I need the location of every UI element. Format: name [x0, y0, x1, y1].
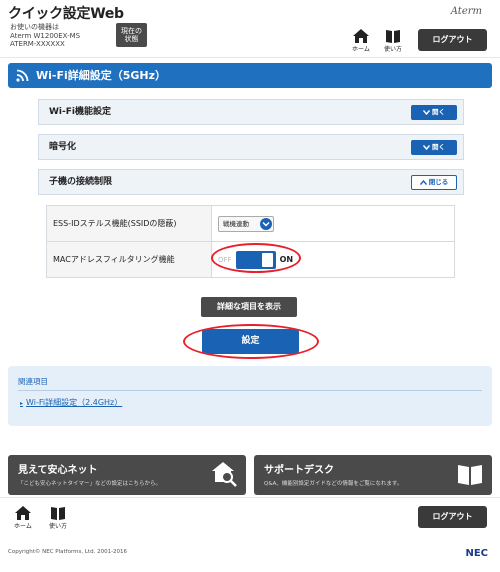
section-title-bar: Wi-Fi詳細設定（5GHz） [8, 63, 492, 88]
accordion-label: 暗号化 [49, 142, 77, 152]
support-desk-card[interactable]: サポートデスク Q&A、機能別設定ガイドなどの情報をご覧になれます。 [254, 455, 492, 495]
submit-button[interactable]: 設定 [202, 329, 299, 354]
ess-id-stealth-cell: 戦機連動 [211, 205, 455, 242]
chevron-down-icon [423, 109, 430, 115]
toggle-on-label: ON [279, 255, 294, 264]
accordion-label: 子機の接続制限 [49, 177, 113, 187]
status-button-label: 現在の 状態 [121, 27, 142, 43]
home-link[interactable]: ホーム [352, 29, 370, 53]
related-heading: 関連項目 [18, 377, 48, 386]
header: クイック設定Web お使いの機器は Aterm W1200EX-MS ATERM… [0, 0, 500, 58]
aterm-logo: Aterm [450, 6, 482, 17]
ess-id-stealth-select[interactable]: 戦機連動 [218, 215, 274, 232]
nec-logo: NEC [465, 548, 488, 559]
chevron-down-icon [260, 217, 272, 230]
mac-filter-cell: OFF ON [211, 241, 455, 278]
wifi-icon [16, 69, 29, 82]
chevron-down-icon [423, 144, 430, 150]
related-link-wifi-24ghz[interactable]: ▸ Wi-Fi詳細設定（2.4GHz） [20, 397, 122, 408]
safety-net-card[interactable]: 見えて安心ネット 「こども安心ネットタイマー」などの設定はこちらから。 [8, 455, 246, 495]
copyright: Copyright© NEC Platforms, Ltd. 2001-2016 [8, 549, 128, 555]
accordion-label: Wi-Fi機能設定 [49, 107, 111, 117]
divider [18, 390, 482, 391]
logout-button[interactable]: ログアウト [418, 29, 487, 51]
accordion-wifi-function[interactable]: Wi-Fi機能設定 開く [38, 99, 464, 125]
book-icon [386, 30, 400, 43]
ess-id-stealth-label: ESS-IDステルス機能(SSIDの隠蔽) [46, 205, 212, 242]
open-button-label: 開く [432, 143, 445, 151]
book-icon [51, 507, 65, 520]
accordion-encryption[interactable]: 暗号化 開く [38, 134, 464, 160]
open-button-label: 開く [432, 108, 445, 116]
help-label: 使い方 [49, 523, 68, 530]
bullet-icon: ▸ [20, 400, 24, 407]
footer-home-link[interactable]: ホーム [14, 506, 32, 530]
show-details-button[interactable]: 詳細な項目を表示 [201, 297, 297, 317]
home-icon [352, 29, 369, 43]
connection-limit-settings: ESS-IDステルス機能(SSIDの隠蔽) 戦機連動 MACアドレスフィルタリン… [46, 205, 455, 278]
close-button-label: 閉じる [428, 178, 449, 186]
open-button[interactable]: 開く [411, 140, 457, 155]
open-button[interactable]: 開く [411, 105, 457, 120]
help-label: 使い方 [384, 46, 403, 53]
divider [0, 497, 500, 498]
toggle-knob [261, 252, 273, 267]
close-button[interactable]: 閉じる [411, 175, 457, 190]
help-link[interactable]: 使い方 [384, 29, 402, 53]
home-icon [14, 506, 31, 520]
chevron-up-icon [419, 179, 427, 185]
device-label: お使いの機器は [10, 23, 59, 31]
ess-id-stealth-value: 戦機連動 [223, 219, 249, 228]
quick-settings-page: クイック設定Web お使いの機器は Aterm W1200EX-MS ATERM… [0, 0, 500, 572]
device-info: お使いの機器は Aterm W1200EX-MS ATERM-XXXXXX [10, 23, 80, 49]
book-icon [458, 465, 482, 485]
current-status-button[interactable]: 現在の 状態 [116, 23, 147, 47]
home-label: ホーム [352, 46, 370, 53]
mac-filter-toggle[interactable]: OFF ON [218, 250, 294, 269]
card-title: 見えて安心ネット [18, 465, 98, 476]
home-label: ホーム [14, 523, 32, 530]
accordion-connection-limit[interactable]: 子機の接続制限 閉じる [38, 169, 464, 195]
card-title: サポートデスク [264, 465, 334, 476]
mac-filter-label: MACアドレスフィルタリング機能 [46, 241, 212, 278]
table-row: MACアドレスフィルタリング機能 OFF ON [46, 241, 455, 278]
footer-logout-button[interactable]: ログアウト [418, 506, 487, 528]
table-row: ESS-IDステルス機能(SSIDの隠蔽) 戦機連動 [46, 205, 455, 242]
card-description: Q&A、機能別設定ガイドなどの情報をご覧になれます。 [264, 481, 403, 487]
related-items-panel: 関連項目 ▸ Wi-Fi詳細設定（2.4GHz） [8, 366, 492, 426]
card-description: 「こども安心ネットタイマー」などの設定はこちらから。 [18, 481, 162, 487]
toggle-off-label: OFF [218, 255, 232, 264]
app-title: クイック設定Web [8, 6, 124, 22]
toggle-track [235, 250, 276, 269]
device-model: Aterm W1200EX-MS [10, 31, 81, 40]
related-link-label: Wi-Fi詳細設定（2.4GHz） [26, 398, 123, 407]
section-title: Wi-Fi詳細設定（5GHz） [36, 69, 167, 82]
footer-help-link[interactable]: 使い方 [49, 506, 67, 530]
house-search-icon [212, 462, 237, 487]
device-id: ATERM-XXXXXX [10, 40, 65, 48]
